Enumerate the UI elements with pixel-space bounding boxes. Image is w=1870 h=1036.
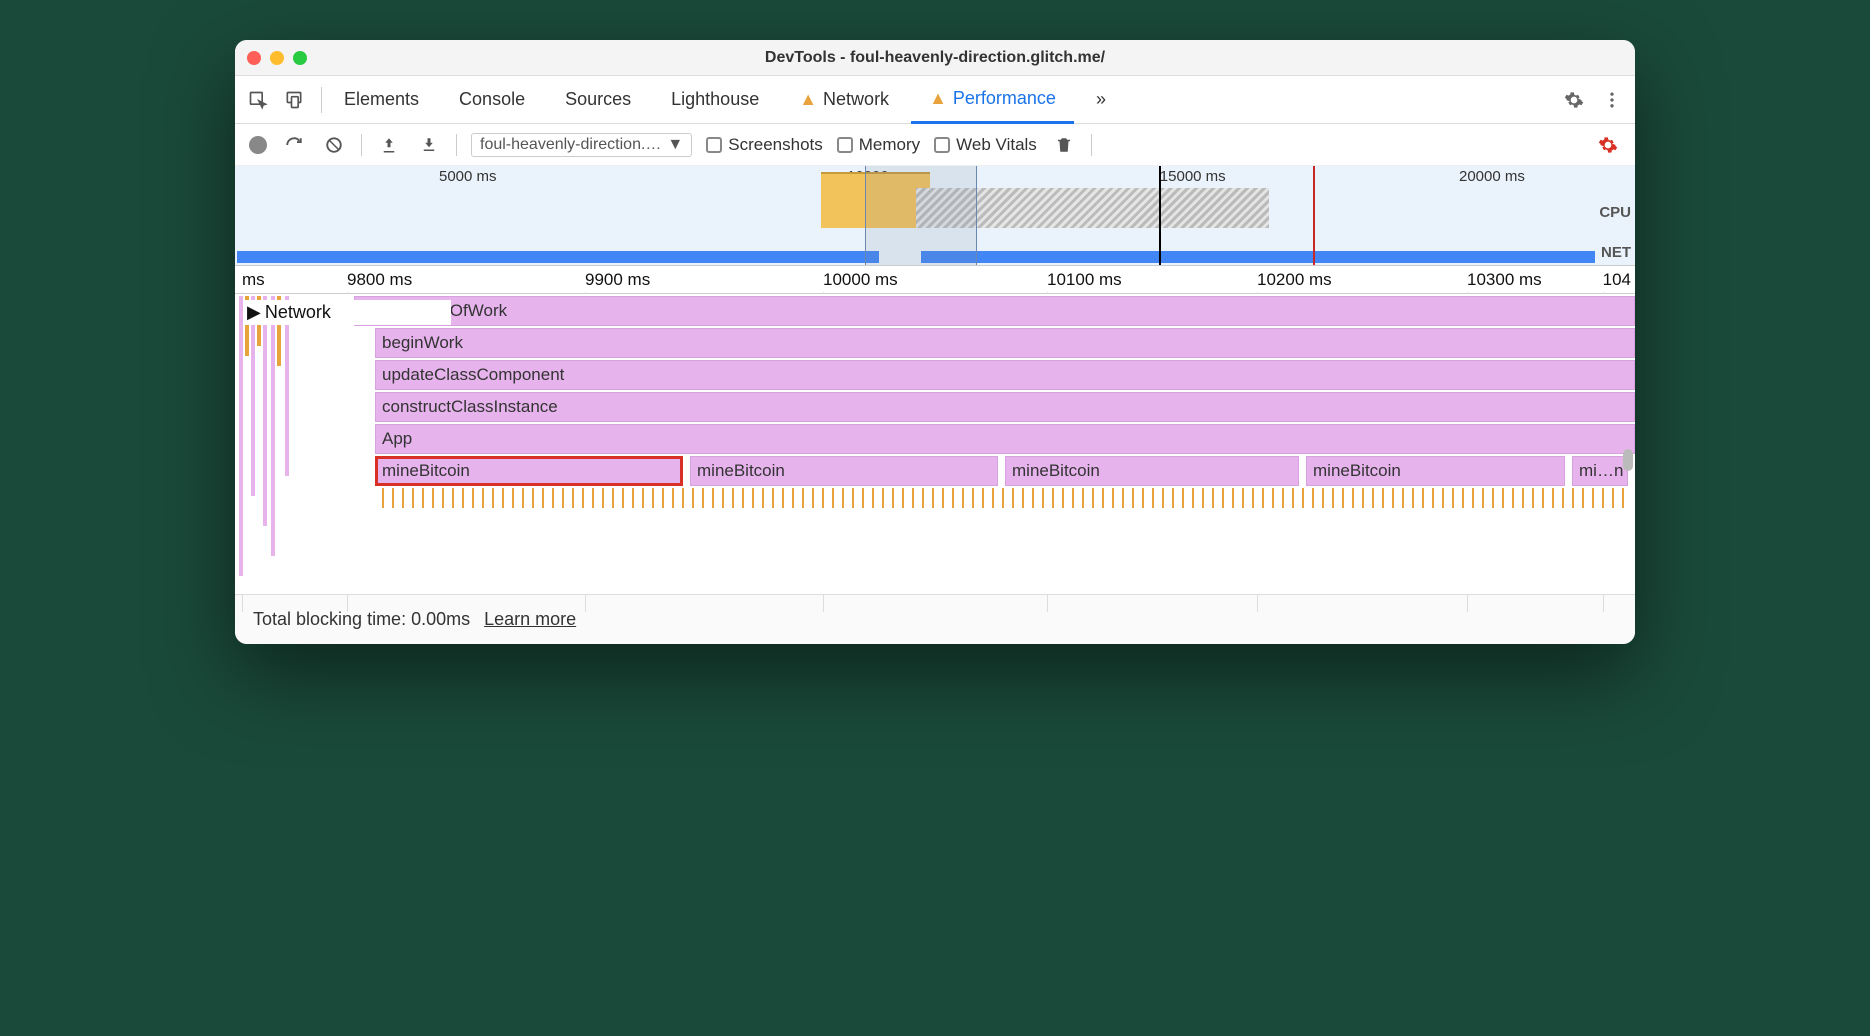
ruler-tick: 10200 ms: [1257, 270, 1332, 290]
upload-profile-button[interactable]: [376, 132, 402, 158]
overview-tick: 5000 ms: [439, 168, 497, 185]
overview-tick: 20000 ms: [1459, 168, 1525, 185]
memory-label: Memory: [859, 135, 920, 155]
close-window-button[interactable]: [247, 51, 261, 65]
overview-selection[interactable]: [865, 166, 977, 265]
tab-more[interactable]: »: [1078, 77, 1124, 123]
divider: [1091, 134, 1092, 156]
network-section[interactable]: ▶ Network: [245, 300, 451, 325]
record-button[interactable]: [249, 136, 267, 154]
tab-performance-label: Performance: [953, 88, 1056, 109]
learn-more-link[interactable]: Learn more: [484, 609, 576, 630]
reload-button[interactable]: [281, 132, 307, 158]
ruler-end: 104: [1603, 270, 1631, 290]
tab-sources[interactable]: Sources: [547, 77, 649, 123]
tab-network-label: Network: [823, 89, 889, 110]
cpu-label: CPU: [1599, 204, 1631, 221]
flame-chart[interactable]: performUnitOfWork beginWork updateClassC…: [235, 294, 1635, 594]
net-label: NET: [1601, 244, 1631, 261]
timeline-body[interactable]: ▶ Network performUnitOfWork beginWork up…: [235, 294, 1635, 594]
ruler-tick: 10000 ms: [823, 270, 898, 290]
perf-toolbar: foul-heavenly-direction.… ▼ Screenshots …: [235, 124, 1635, 166]
overview-tick: 15000 ms: [1160, 168, 1226, 185]
flame-update-class-component[interactable]: updateClassComponent: [375, 360, 1635, 390]
overview-marker-red: [1313, 166, 1315, 265]
checkbox-icon: [837, 137, 853, 153]
profile-dropdown-label: foul-heavenly-direction.…: [480, 136, 661, 154]
scrollbar-thumb[interactable]: [1623, 449, 1633, 471]
titlebar: DevTools - foul-heavenly-direction.glitc…: [235, 40, 1635, 76]
traffic-lights: [247, 51, 307, 65]
network-label: Network: [265, 302, 331, 323]
flame-perform-unit-of-work[interactable]: performUnitOfWork: [354, 296, 1635, 326]
tab-network[interactable]: ▲ Network: [781, 77, 907, 123]
warning-icon: ▲: [799, 89, 817, 110]
screenshots-label: Screenshots: [728, 135, 823, 155]
profile-dropdown[interactable]: foul-heavenly-direction.… ▼: [471, 133, 692, 157]
flame-mine-bitcoin[interactable]: mineBitcoin: [1005, 456, 1299, 486]
ruler-tick: 9900 ms: [585, 270, 650, 290]
web-vitals-checkbox[interactable]: Web Vitals: [934, 135, 1037, 155]
overview-minimap[interactable]: 5000 ms 10000 ms 15000 ms 20000 ms CPU N…: [235, 166, 1635, 266]
clear-button[interactable]: [321, 132, 347, 158]
screenshots-checkbox[interactable]: Screenshots: [706, 135, 823, 155]
ruler-tick: 10100 ms: [1047, 270, 1122, 290]
window-title: DevTools - foul-heavenly-direction.glitc…: [765, 49, 1105, 67]
flame-app[interactable]: App: [375, 424, 1635, 454]
ruler-start: ms: [242, 270, 265, 290]
timeline-ruler[interactable]: ms 9800 ms 9900 ms 10000 ms 10100 ms 102…: [235, 266, 1635, 294]
flame-mine-bitcoin-selected[interactable]: mineBitcoin: [375, 456, 683, 486]
divider: [361, 134, 362, 156]
tab-elements[interactable]: Elements: [326, 77, 437, 123]
chevron-down-icon: ▼: [667, 136, 683, 154]
download-profile-button[interactable]: [416, 132, 442, 158]
overview-marker: [1159, 166, 1161, 265]
kebab-menu-icon[interactable]: [1599, 87, 1625, 113]
tab-console[interactable]: Console: [441, 77, 543, 123]
total-blocking-time: Total blocking time: 0.00ms: [253, 609, 470, 630]
flame-construct-class-instance[interactable]: constructClassInstance: [375, 392, 1635, 422]
device-toolbar-icon[interactable]: [281, 87, 307, 113]
tabbar: Elements Console Sources Lighthouse ▲ Ne…: [235, 76, 1635, 124]
web-vitals-label: Web Vitals: [956, 135, 1037, 155]
settings-gear-icon[interactable]: [1561, 87, 1587, 113]
tabbar-right: [1561, 87, 1625, 113]
warning-icon: ▲: [929, 88, 947, 109]
checkbox-icon: [934, 137, 950, 153]
tab-performance[interactable]: ▲ Performance: [911, 76, 1074, 124]
tabbar-left-controls: [245, 87, 322, 113]
ruler-tick: 10300 ms: [1467, 270, 1542, 290]
tab-lighthouse[interactable]: Lighthouse: [653, 77, 777, 123]
gc-trash-button[interactable]: [1051, 132, 1077, 158]
flame-mine-bitcoin-truncated[interactable]: mi…n: [1572, 456, 1628, 486]
divider: [456, 134, 457, 156]
capture-settings-gear-icon[interactable]: [1595, 132, 1621, 158]
memory-checkbox[interactable]: Memory: [837, 135, 920, 155]
maximize-window-button[interactable]: [293, 51, 307, 65]
flame-begin-work[interactable]: beginWork: [375, 328, 1635, 358]
flame-mine-bitcoin[interactable]: mineBitcoin: [690, 456, 998, 486]
flame-mine-bitcoin[interactable]: mineBitcoin: [1306, 456, 1565, 486]
footer: Total blocking time: 0.00ms Learn more: [235, 594, 1635, 644]
checkbox-icon: [706, 137, 722, 153]
ruler-tick: 9800 ms: [347, 270, 412, 290]
devtools-window: DevTools - foul-heavenly-direction.glitc…: [235, 40, 1635, 644]
flame-minor-ticks: [382, 488, 1628, 508]
expand-arrow-icon: ▶: [247, 302, 261, 323]
inspect-element-icon[interactable]: [245, 87, 271, 113]
minimize-window-button[interactable]: [270, 51, 284, 65]
